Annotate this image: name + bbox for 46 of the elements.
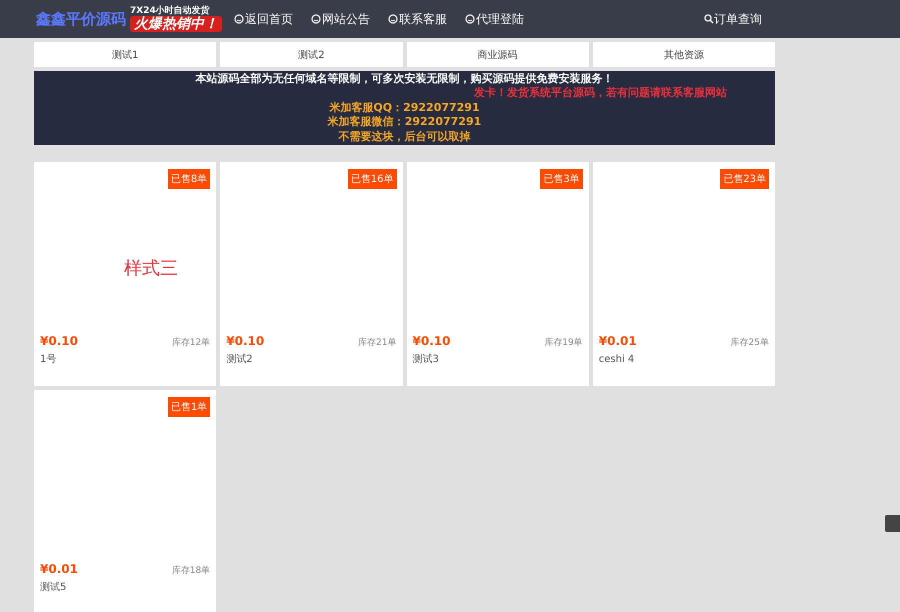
nav-link[interactable]: 返回首页	[234, 10, 293, 28]
product-name: 1号	[40, 353, 58, 366]
notice-text: 米加客服QQ：2922077291	[329, 100, 480, 116]
stock-count: 库存18单	[172, 564, 210, 577]
product-card[interactable]: 已售23单 ¥0.01 库存25单 ceshi 4	[592, 162, 775, 386]
notice-text: 米加客服微信：2922077291	[328, 115, 482, 130]
notice-text: 发卡！发货系统平台源码，若有问题请联系客服网站	[474, 86, 727, 101]
sold-count-badge: 已售8单	[168, 169, 210, 189]
product-name: ceshi 4	[598, 353, 636, 366]
product-name: 测试3	[412, 353, 440, 366]
smile-icon	[388, 14, 398, 24]
stock-count: 库存19单	[544, 336, 583, 349]
order-search-link[interactable]: 订单查询	[704, 10, 762, 28]
category-tab[interactable]: 测试2	[220, 42, 402, 67]
stock-count: 库存21单	[358, 336, 396, 349]
smile-icon	[311, 14, 321, 24]
sold-count-badge: 已售16单	[348, 169, 396, 189]
category-tab[interactable]: 其他资源	[592, 42, 775, 67]
nav-link[interactable]: 联系客服	[388, 10, 447, 28]
smile-icon	[465, 14, 475, 24]
product-price: ¥0.01	[40, 562, 78, 577]
product-name: 测试5	[40, 581, 68, 594]
nav-link[interactable]: 网站公告	[311, 10, 370, 28]
style-label: 样式三	[124, 257, 178, 280]
nav-link[interactable]: 代理登陆	[465, 10, 524, 28]
notice-text: 不需要这块，后台可以取掉	[338, 130, 470, 144]
product-price: ¥0.10	[412, 334, 450, 349]
category-tab[interactable]: 商业源码	[406, 42, 589, 67]
product-card[interactable]: 已售8单 样式三 ¥0.10 库存12单 1号	[34, 162, 216, 386]
search-icon	[704, 14, 714, 24]
product-price: ¥0.10	[226, 334, 264, 349]
product-price: ¥0.01	[598, 334, 637, 349]
sold-count-badge: 已售1单	[168, 397, 210, 417]
product-card[interactable]: 已售1单 ¥0.01 库存18单 测试5	[34, 390, 216, 612]
stock-count: 库存25单	[730, 336, 769, 349]
sold-count-badge: 已售23单	[720, 169, 769, 189]
product-card[interactable]: 已售3单 ¥0.10 库存19单 测试3	[406, 162, 589, 386]
product-name: 测试2	[226, 353, 254, 366]
promo-banner: 7X24小时自动发货 火爆热销中！	[130, 6, 222, 32]
notice-text: 本站源码全部为无任何域名等限制，可多次安装无限制，购买源码提供免费安装服务！	[196, 72, 614, 86]
sold-count-badge: 已售3单	[540, 169, 583, 189]
category-tab[interactable]: 测试1	[34, 42, 216, 67]
product-card[interactable]: 已售16单 ¥0.10 库存21单 测试2	[220, 162, 402, 386]
product-price: ¥0.10	[40, 334, 78, 349]
stock-count: 库存12单	[172, 336, 210, 349]
smile-icon	[234, 14, 244, 24]
